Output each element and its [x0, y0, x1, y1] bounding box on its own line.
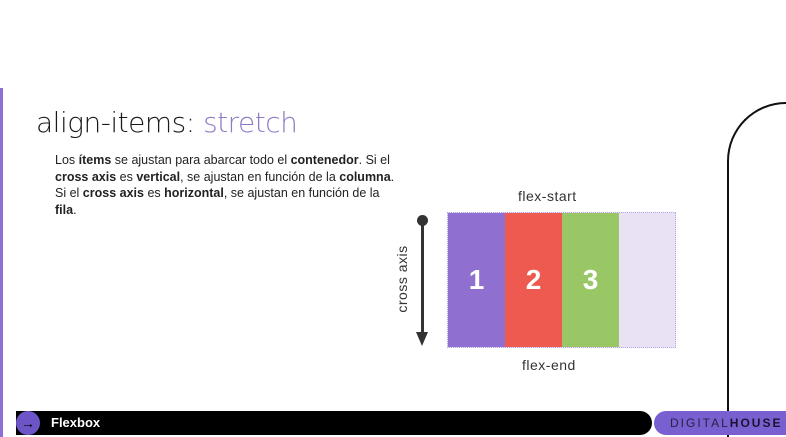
description-segment: es: [116, 169, 137, 184]
description-segment: . Si el: [358, 153, 390, 167]
brand-bold: HOUSE: [729, 416, 783, 430]
left-accent-bar: [0, 88, 3, 437]
cross-axis-start-dot: [417, 215, 428, 226]
flex-item-2: 2: [505, 213, 562, 347]
title-value: stretch: [203, 106, 298, 139]
cross-axis-label: cross axis: [394, 245, 410, 313]
description-segment: contenedor: [290, 153, 359, 167]
title-prefix: align-items:: [36, 106, 204, 139]
footer-label: Flexbox: [51, 415, 101, 430]
description-segment: ítems: [78, 153, 112, 167]
description-segment: se ajustan para abarcar todo el: [111, 153, 291, 167]
description-segment: vertical: [136, 169, 181, 184]
description-segment: , se ajustan en función de la: [223, 186, 380, 200]
flex-item-1: 1: [448, 213, 505, 347]
flex-item-3: 3: [562, 213, 619, 347]
description-text: Los ítems se ajustan para abarcar todo e…: [55, 152, 395, 218]
flex-start-label: flex-start: [518, 188, 577, 204]
description-segment: .: [73, 202, 77, 217]
slide-title: align-items: stretch: [36, 106, 298, 139]
description-segment: , se ajustan en función de la: [180, 169, 340, 184]
description-segment: cross axis: [55, 169, 117, 184]
description-segment: es: [143, 186, 165, 200]
description-segment: horizontal: [164, 186, 224, 200]
description-segment: cross axis: [82, 186, 144, 200]
brand-light: DIGITAL: [670, 416, 730, 430]
flex-end-label: flex-end: [522, 357, 576, 373]
cross-axis-line: [421, 216, 424, 336]
flex-container: 123: [447, 212, 676, 348]
decorative-arc: [727, 102, 786, 437]
brand-logo: DIGITAL HOUSE: [654, 411, 786, 435]
description-segment: Los: [55, 153, 79, 167]
footer-bar: [16, 411, 652, 435]
description-segment: columna: [339, 169, 391, 184]
arrow-down-icon: [416, 332, 428, 346]
arrow-right-icon[interactable]: →: [16, 411, 40, 435]
description-segment: fila: [55, 202, 74, 217]
